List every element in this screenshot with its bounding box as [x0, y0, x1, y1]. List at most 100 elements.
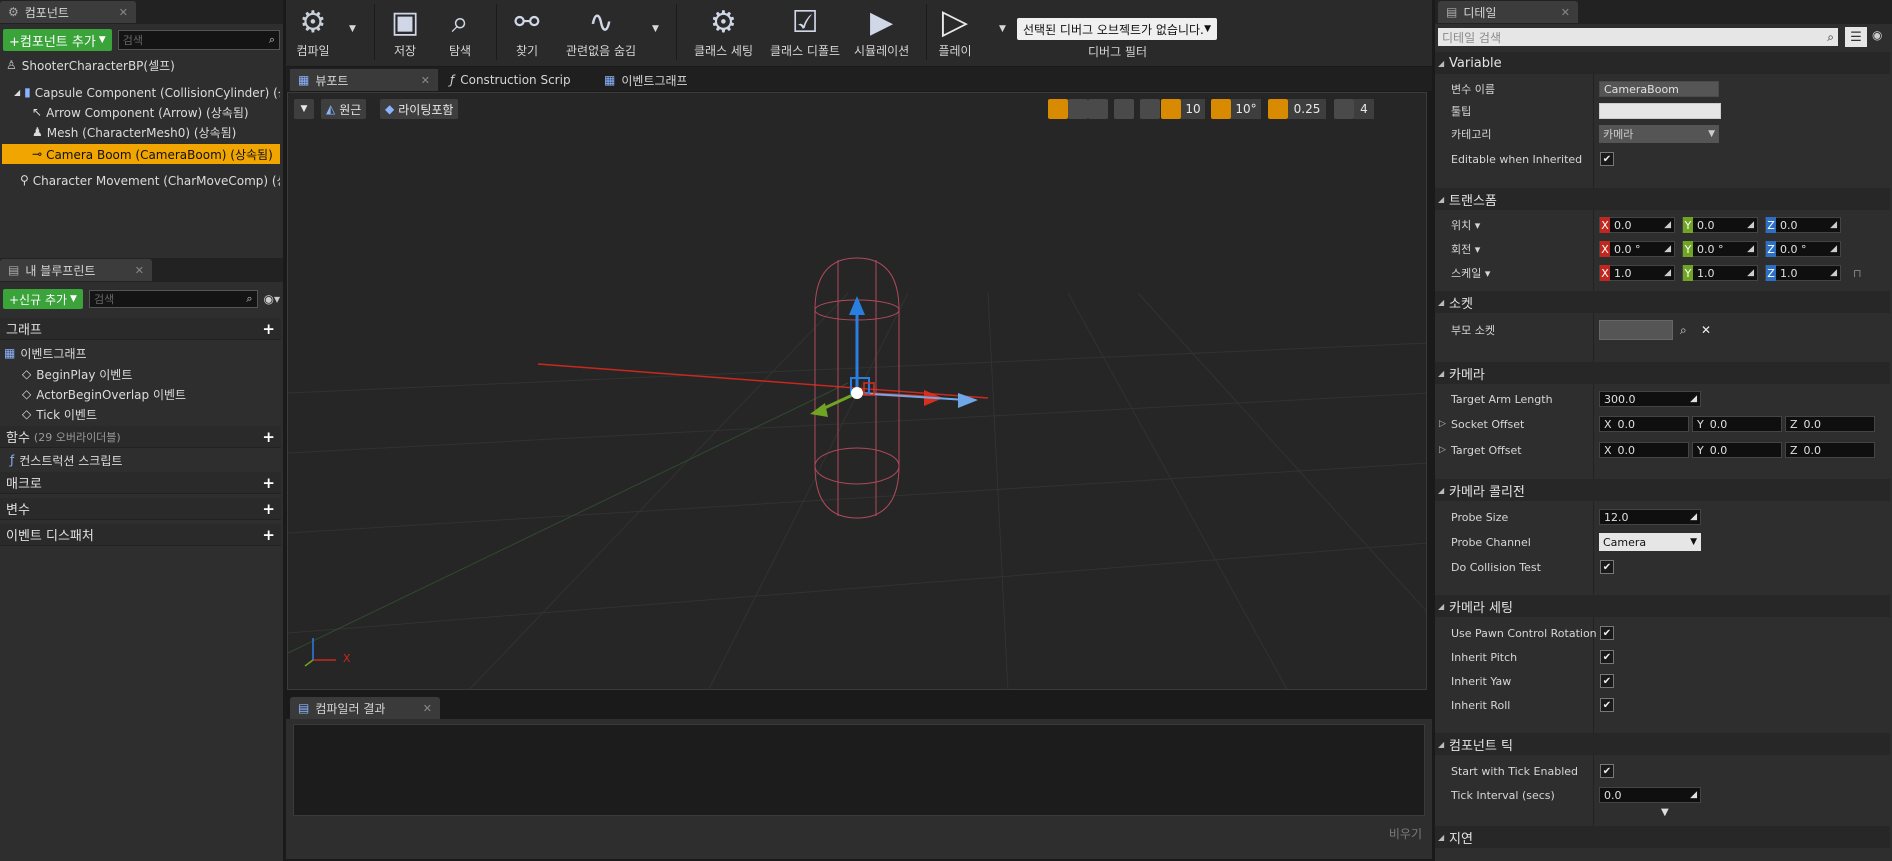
class-defaults-button[interactable]: ☑ 클래스 디폴트	[770, 2, 840, 59]
translate-icon[interactable]	[1048, 99, 1068, 119]
socket-offset-z[interactable]: Z 0.0	[1785, 416, 1875, 432]
tab-my-blueprint[interactable]: ▤ 내 블루프린트 ✕	[0, 259, 152, 281]
class-settings-button[interactable]: ⚙ 클래스 세팅	[694, 2, 753, 59]
blueprint-search-input[interactable]: 검색 ⌕	[88, 290, 258, 308]
tab-details[interactable]: ▤ 디테일 ✕	[1438, 1, 1578, 23]
category-functions[interactable]: 함수 (29 오버라이더블) +	[0, 426, 281, 448]
event-item-overlap[interactable]: ◇ ActorBeginOverlap 이벤트	[0, 384, 281, 404]
compile-button[interactable]: ⚙ 컴파일	[294, 2, 332, 59]
tick-interval-input[interactable]: 0.0 ◢	[1599, 787, 1701, 803]
hide-unrelated-button[interactable]: ∿ 관련없음 숨김	[566, 2, 636, 59]
search-icon[interactable]: ⌕	[1680, 323, 1687, 338]
scale-snap-icon[interactable]	[1268, 99, 1288, 119]
add-macro-icon[interactable]: +	[262, 474, 275, 492]
camera-speed-icon[interactable]	[1334, 99, 1354, 119]
variable-name-input[interactable]: CameraBoom	[1599, 81, 1719, 97]
socket-offset-y[interactable]: Y 0.0	[1692, 416, 1782, 432]
tooltip-input[interactable]	[1599, 103, 1721, 119]
scale-icon[interactable]	[1088, 99, 1108, 119]
expand-arrow-icon[interactable]: ▷	[1439, 419, 1446, 429]
add-component-button[interactable]: +컴포넌트 추가 ▼	[3, 29, 112, 51]
parent-socket-field[interactable]	[1599, 320, 1673, 340]
viewport-options-button[interactable]: ▼	[294, 99, 314, 119]
add-function-icon[interactable]: +	[262, 428, 275, 446]
add-variable-icon[interactable]: +	[262, 500, 275, 518]
chevron-down-icon[interactable]: ▼	[652, 24, 659, 34]
tree-item-camera-boom[interactable]: ⊸ Camera Boom (CameraBoom) (상속됨)	[2, 144, 280, 164]
clear-button[interactable]: 비우기	[1389, 825, 1422, 842]
tree-item-movement[interactable]: ⚲ Character Movement (CharMoveComp) (상속	[0, 170, 280, 190]
clear-x-icon[interactable]: ✕	[1701, 323, 1711, 337]
location-y-field[interactable]: Y 0.0 ◢	[1682, 217, 1758, 233]
tree-item-self[interactable]: ♙ ShooterCharacterBP(셀프)	[0, 55, 280, 75]
expand-more-icon[interactable]: ▼	[1661, 807, 1669, 818]
construction-script-item[interactable]: ƒ 컨스트럭션 스크립트	[0, 450, 281, 470]
view-options-icon[interactable]: ☰	[1845, 27, 1867, 47]
close-icon[interactable]: ✕	[135, 264, 144, 277]
simulation-button[interactable]: ▶ 시뮬레이션	[854, 2, 909, 59]
rotation-snap-value[interactable]: 10°	[1231, 99, 1261, 119]
category-macros[interactable]: 매크로 +	[0, 472, 281, 494]
tree-item-arrow[interactable]: ↖ Arrow Component (Arrow) (상속됨)	[0, 102, 280, 122]
location-z-field[interactable]: Z 0.0 ◢	[1765, 217, 1841, 233]
prop-label[interactable]: 위치 ▾	[1451, 217, 1480, 233]
section-socket[interactable]: 소켓	[1435, 291, 1890, 313]
section-camera[interactable]: 카메라	[1435, 362, 1890, 384]
details-search-input[interactable]: 디테일 검색 ⌕	[1438, 28, 1838, 46]
add-dispatcher-icon[interactable]: +	[262, 526, 275, 544]
inherit-pitch-checkbox[interactable]: ✔	[1600, 650, 1614, 664]
event-graph-item[interactable]: ▦ 이벤트그래프	[0, 343, 281, 363]
tab-construction-script[interactable]: ƒ Construction Scrip	[442, 69, 592, 91]
debug-object-select[interactable]: 선택된 디버그 오브젝트가 없습니다. ▼	[1017, 18, 1217, 40]
close-icon[interactable]: ✕	[1561, 6, 1570, 19]
prop-label[interactable]: 회전 ▾	[1451, 241, 1480, 257]
close-icon[interactable]: ✕	[421, 74, 430, 87]
scale-y-field[interactable]: Y 1.0 ◢	[1682, 265, 1758, 281]
editable-inherited-checkbox[interactable]: ✔	[1600, 152, 1614, 166]
probe-channel-select[interactable]: Camera ▼	[1599, 533, 1701, 551]
section-component-tick[interactable]: 컴포넌트 틱	[1435, 733, 1890, 755]
category-graphs[interactable]: 그래프 +	[0, 318, 281, 340]
category-dispatchers[interactable]: 이벤트 디스패처 +	[0, 524, 281, 546]
target-offset-y[interactable]: Y 0.0	[1692, 442, 1782, 458]
world-local-icon[interactable]	[1114, 99, 1134, 119]
grid-snap-value[interactable]: 10	[1181, 99, 1205, 119]
start-tick-checkbox[interactable]: ✔	[1600, 764, 1614, 778]
socket-offset-x[interactable]: X 0.0	[1599, 416, 1689, 432]
inherit-roll-checkbox[interactable]: ✔	[1600, 698, 1614, 712]
category-select[interactable]: 카메라 ▼	[1599, 125, 1719, 143]
inherit-yaw-checkbox[interactable]: ✔	[1600, 674, 1614, 688]
surface-snap-icon[interactable]	[1140, 99, 1160, 119]
target-arm-length-input[interactable]: 300.0 ◢	[1599, 391, 1701, 407]
section-variable[interactable]: Variable	[1435, 52, 1890, 74]
eye-icon[interactable]: ◉▾	[264, 292, 281, 306]
close-icon[interactable]: ✕	[119, 6, 128, 19]
rotate-icon[interactable]	[1068, 99, 1088, 119]
camera-speed-value[interactable]: 4	[1354, 99, 1374, 119]
tab-event-graph[interactable]: ▦ 이벤트그래프	[596, 69, 744, 91]
scale-x-field[interactable]: X 1.0 ◢	[1599, 265, 1675, 281]
section-transform[interactable]: 트랜스폼	[1435, 188, 1890, 210]
rotation-y-field[interactable]: Y 0.0 ° ◢	[1682, 241, 1758, 257]
add-graph-icon[interactable]: +	[262, 320, 275, 338]
section-camera-settings[interactable]: 카메라 세팅	[1435, 595, 1890, 617]
browse-button[interactable]: ⌕ 탐색	[441, 2, 479, 59]
target-offset-x[interactable]: X 0.0	[1599, 442, 1689, 458]
rotation-x-field[interactable]: X 0.0 ° ◢	[1599, 241, 1675, 257]
play-button[interactable]: ▷ 플레이	[936, 2, 974, 59]
rotation-snap-icon[interactable]	[1211, 99, 1231, 119]
rotation-z-field[interactable]: Z 0.0 ° ◢	[1765, 241, 1841, 257]
do-collision-checkbox[interactable]: ✔	[1600, 560, 1614, 574]
category-variables[interactable]: 변수 +	[0, 498, 281, 520]
tree-item-capsule[interactable]: ◢ ▮ Capsule Component (CollisionCylinder…	[0, 82, 280, 102]
use-pawn-control-checkbox[interactable]: ✔	[1600, 626, 1614, 640]
scale-snap-value[interactable]: 0.25	[1288, 99, 1326, 119]
event-item-beginplay[interactable]: ◇ BeginPlay 이벤트	[0, 364, 281, 384]
target-offset-z[interactable]: Z 0.0	[1785, 442, 1875, 458]
viewport[interactable]: X ▼ ◭ 원근 ◆ 라이팅포함 10 10° 0.25 4	[287, 92, 1427, 690]
prop-label[interactable]: 스케일 ▾	[1451, 265, 1490, 281]
add-new-button[interactable]: +신규 추가 ▼	[3, 289, 83, 309]
save-button[interactable]: ▣ 저장	[386, 2, 424, 59]
tab-viewport[interactable]: ▦ 뷰포트 ✕	[290, 69, 438, 91]
probe-size-input[interactable]: 12.0 ◢	[1599, 509, 1701, 525]
